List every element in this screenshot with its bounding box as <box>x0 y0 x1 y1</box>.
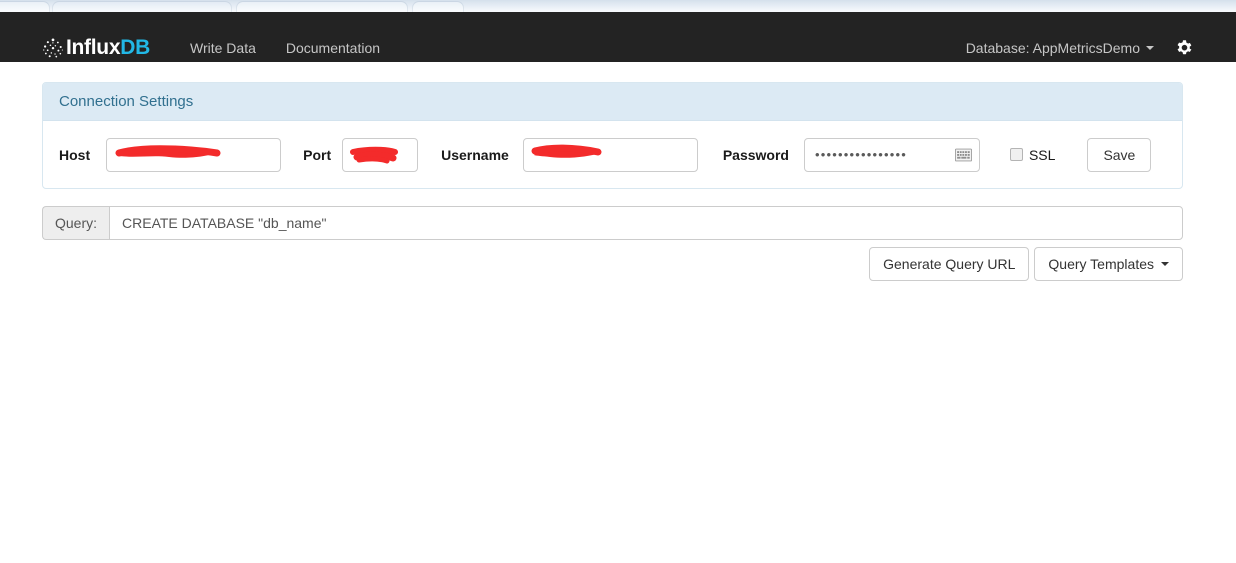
panel-body: Host Port Username Password ••••••••••••… <box>43 121 1182 188</box>
chevron-down-icon <box>1161 262 1169 266</box>
browser-tab[interactable] <box>412 1 464 12</box>
username-label: Username <box>441 146 509 163</box>
password-label: Password <box>722 146 789 163</box>
database-selector[interactable]: Database: AppMetricsDemo <box>966 38 1154 58</box>
database-selector-label: Database: AppMetricsDemo <box>965 40 1140 56</box>
port-input[interactable] <box>342 137 419 172</box>
navbar-links: Write Data Documentation <box>190 38 380 58</box>
chevron-down-icon <box>1146 46 1154 50</box>
password-input[interactable]: •••••••••••••••• <box>803 137 980 172</box>
ssl-label[interactable]: SSL <box>1029 146 1055 164</box>
panel-heading: Connection Settings <box>43 83 1182 121</box>
nav-link-documentation[interactable]: Documentation <box>286 38 380 58</box>
ssl-checkbox-group[interactable]: SSL <box>1009 146 1055 164</box>
connection-settings-panel: Connection Settings Host Port Username P… <box>42 82 1183 189</box>
brand-text-primary: Influx <box>66 36 121 59</box>
main-content: Connection Settings Host Port Username P… <box>0 62 1236 563</box>
brand-text-accent: DB <box>120 36 150 59</box>
browser-tab[interactable] <box>236 1 408 12</box>
password-value: •••••••••••••••• <box>814 146 907 162</box>
host-label: Host <box>59 146 91 163</box>
query-input-group: Query: <box>42 206 1183 240</box>
username-redaction-mark <box>531 144 602 158</box>
port-label: Port <box>303 146 332 163</box>
brand-logo[interactable]: InfluxDB <box>42 35 150 61</box>
save-button[interactable]: Save <box>1087 137 1152 172</box>
panel-title: Connection Settings <box>59 93 194 110</box>
query-label: Query: <box>42 206 110 240</box>
generate-query-url-button[interactable]: Generate Query URL <box>869 247 1030 281</box>
port-redaction-mark <box>350 146 399 163</box>
username-input[interactable] <box>522 137 698 172</box>
settings-button[interactable] <box>1174 38 1194 58</box>
influxdb-logo-icon <box>43 38 63 58</box>
ssl-checkbox[interactable] <box>1009 148 1023 161</box>
brand-wordmark: InfluxDB <box>66 37 150 59</box>
host-input[interactable] <box>106 137 282 172</box>
nav-link-write-data[interactable]: Write Data <box>190 38 256 58</box>
query-actions: Generate Query URL Query Templates <box>42 247 1183 281</box>
query-templates-label: Query Templates <box>1048 256 1154 272</box>
browser-tab[interactable] <box>52 1 232 12</box>
query-input[interactable] <box>109 206 1183 240</box>
query-templates-button[interactable]: Query Templates <box>1034 247 1183 281</box>
gear-icon <box>1177 39 1191 54</box>
onscreen-keyboard-icon[interactable] <box>954 148 972 162</box>
host-redaction-mark <box>115 144 221 158</box>
browser-tab[interactable] <box>0 1 50 12</box>
top-navbar: InfluxDB Write Data Documentation Databa… <box>0 12 1236 62</box>
navbar-right: Database: AppMetricsDemo <box>966 38 1194 58</box>
browser-tab-strip <box>0 0 1236 12</box>
